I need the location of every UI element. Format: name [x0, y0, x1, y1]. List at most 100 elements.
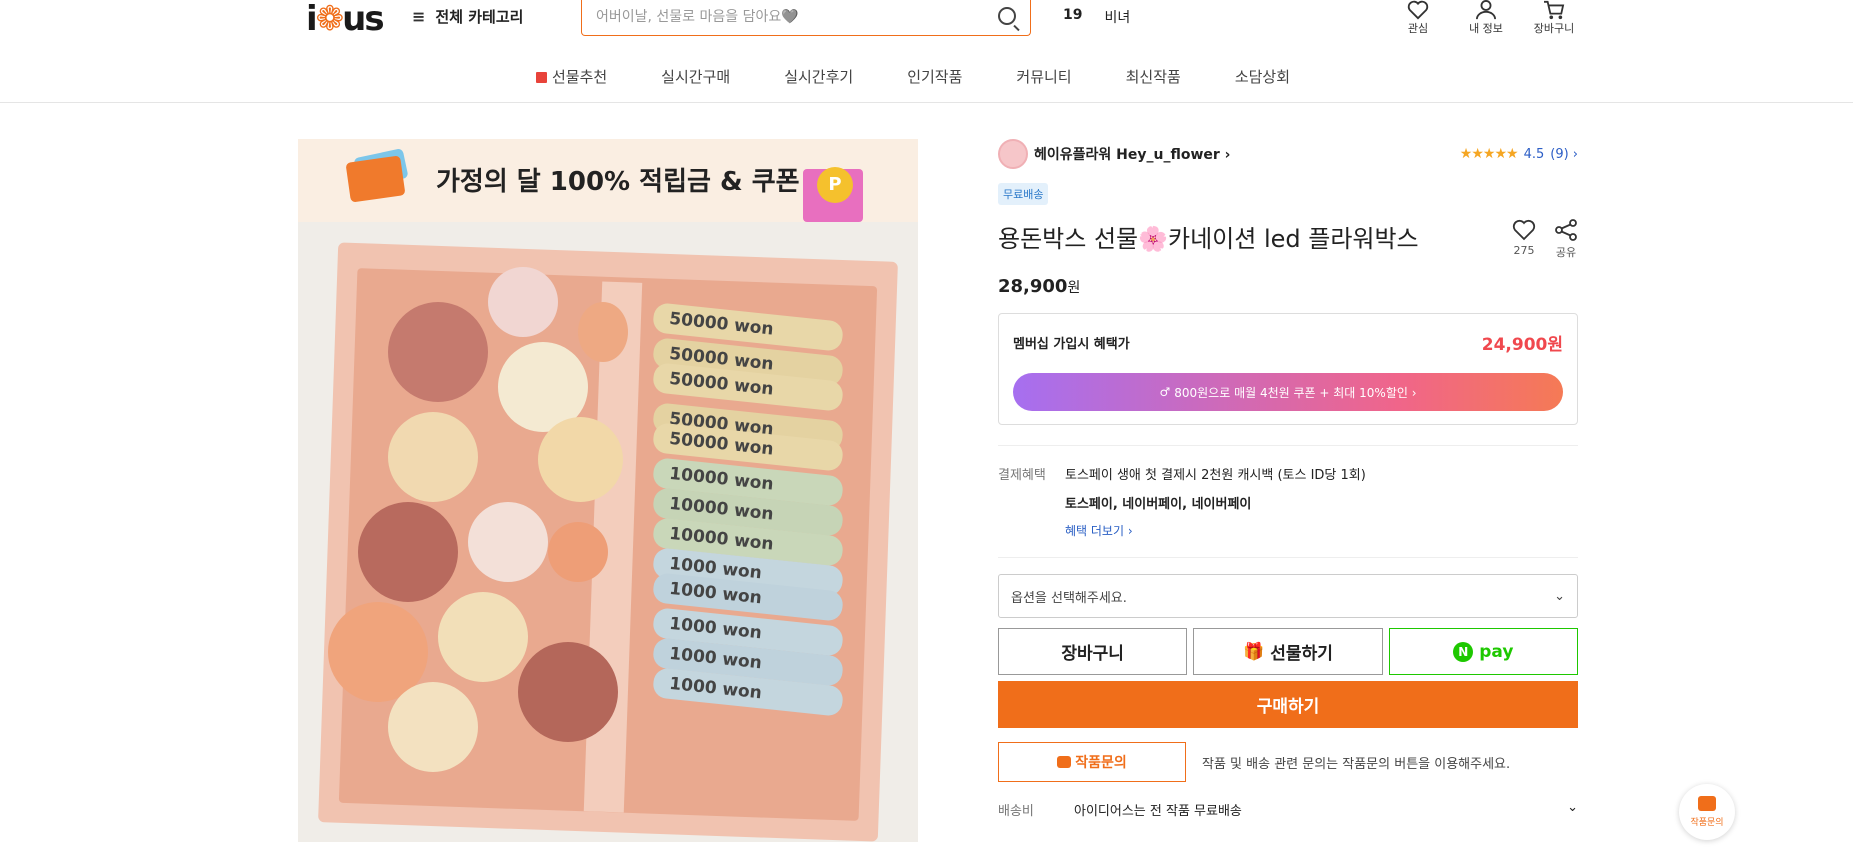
- product-price: 28,900원: [998, 276, 1578, 297]
- divider: [998, 557, 1578, 558]
- inquiry-note: 작품 및 배송 관련 문의는 작품문의 버튼을 이용해주세요.: [1202, 756, 1511, 772]
- nav-newest[interactable]: 최신작품: [1099, 66, 1208, 87]
- chat-icon: [1057, 756, 1072, 768]
- flower: [388, 412, 478, 502]
- inquiry-button[interactable]: 작품문의: [998, 742, 1186, 782]
- naver-pay-label: pay: [1479, 641, 1514, 662]
- option-placeholder: 옵션을 선택해주세요.: [1011, 590, 1127, 606]
- flower: [358, 502, 458, 602]
- divider: [998, 445, 1578, 446]
- nav-realtime-purchase[interactable]: 실시간구매: [634, 66, 757, 87]
- search-input[interactable]: 어버이날, 선물로 마음을 담아요🩶: [596, 6, 998, 26]
- search-icon[interactable]: [998, 6, 1016, 25]
- rating-value: 4.5: [1523, 146, 1545, 162]
- flower: [578, 302, 628, 362]
- benefit-line: 토스페이 생애 첫 결제시 2천원 캐시백 (토스 ID당 1회): [1065, 468, 1366, 483]
- idus-logo[interactable]: i❁us: [306, 0, 385, 38]
- nav-sodam[interactable]: 소담상회: [1208, 66, 1317, 87]
- flower: [438, 592, 528, 682]
- nav-realtime-review[interactable]: 실시간후기: [757, 66, 880, 87]
- cart-label: 장바구니: [1533, 22, 1575, 35]
- free-shipping-badge: 무료배송: [998, 183, 1049, 205]
- inquiry-label: 작품문의: [1075, 755, 1127, 771]
- shipping-row[interactable]: 배송비 아이디어스는 전 작품 무료배송 ⌄: [998, 800, 1578, 819]
- shipping-label: 배송비: [998, 804, 1034, 819]
- nav-label: 선물추천: [551, 68, 608, 86]
- flower: [538, 417, 623, 502]
- naver-pay-button[interactable]: Npay: [1388, 628, 1578, 675]
- hamburger-icon: ≡: [412, 7, 426, 26]
- membership-join-button[interactable]: ♂ 800원으로 매월 4천원 쿠폰 + 최대 10%할인 ›: [1013, 373, 1563, 411]
- flower: [488, 267, 558, 337]
- price-value: 28,900: [998, 276, 1068, 297]
- cart-icon: [1544, 0, 1565, 20]
- membership-icon: ♂: [1159, 385, 1171, 399]
- nav-popular[interactable]: 인기작품: [880, 66, 989, 87]
- flower: [388, 682, 478, 772]
- seller-link[interactable]: 헤이유플라워 Hey_u_flower ›: [998, 139, 1230, 169]
- naver-pay-icon: N: [1453, 641, 1474, 662]
- main-nav: 선물추천 실시간구매 실시간후기 인기작품 커뮤니티 최신작품 소담상회: [0, 66, 1853, 87]
- nav-gift-recommend[interactable]: 선물추천: [535, 66, 634, 87]
- rating-link[interactable]: ★★★★★ 4.5 (9) ›: [1460, 146, 1578, 162]
- nav-community[interactable]: 커뮤니티: [989, 66, 1098, 87]
- floating-inquiry-button[interactable]: 작품문의: [1679, 784, 1735, 840]
- like-count: 275: [1513, 244, 1535, 257]
- flower: [388, 302, 488, 402]
- membership-card: 멤버십 가입시 혜택가 24,900원 ♂ 800원으로 매월 4천원 쿠폰 + …: [998, 313, 1578, 425]
- membership-banner-text: 800원으로 매월 4천원 쿠폰 + 최대 10%할인 ›: [1174, 385, 1417, 400]
- flower: [468, 502, 548, 582]
- like-button[interactable]: 275: [1512, 219, 1536, 260]
- popular-keyword-text: 비녀: [1104, 10, 1131, 26]
- product-title: 용돈박스 선물🌸카네이션 led 플라워박스: [998, 225, 1419, 253]
- product-info-panel: 헤이유플라워 Hey_u_flower › ★★★★★ 4.5 (9) › 무료…: [998, 139, 1578, 819]
- wishlist-button[interactable]: 관심: [1384, 0, 1452, 36]
- gift-icon: [535, 72, 547, 83]
- user-icon: [1476, 0, 1496, 20]
- heart-icon: [1512, 219, 1536, 241]
- gift-icon: 🎁: [1243, 641, 1265, 662]
- popular-keyword[interactable]: 19 비녀: [1063, 7, 1130, 27]
- price-unit: 원: [1067, 280, 1081, 296]
- cart-button[interactable]: 장바구니: [1520, 0, 1588, 36]
- membership-price: 24,900원: [1481, 335, 1563, 355]
- share-button[interactable]: 공유: [1554, 219, 1578, 260]
- my-info-button[interactable]: 내 정보: [1452, 0, 1520, 36]
- shipping-value: 아이디어스는 전 작품 무료배송: [1074, 804, 1242, 819]
- popular-rank: 19: [1063, 7, 1083, 23]
- fab-label: 작품문의: [1690, 818, 1724, 828]
- chevron-down-icon: ⌄: [1567, 800, 1578, 815]
- gift-button[interactable]: 🎁 선물하기: [1193, 628, 1383, 675]
- star-rating-icon: ★★★★★: [1459, 146, 1519, 162]
- membership-label: 멤버십 가입시 혜택가: [1013, 337, 1130, 352]
- benefit-more-link[interactable]: 혜택 더보기 ›: [1065, 522, 1366, 539]
- option-select[interactable]: 옵션을 선택해주세요. ⌄: [998, 574, 1578, 618]
- promo-banner[interactable]: 가정의 달 100% 적립금 & 쿠폰 P: [298, 139, 918, 222]
- chevron-down-icon: ⌄: [1554, 588, 1565, 604]
- header-icons: 관심 내 정보 장바구니: [1384, 0, 1588, 36]
- benefit-line: 토스페이, 네이버페이, 네이버페이: [1065, 497, 1252, 512]
- review-count: (9) ›: [1550, 146, 1578, 162]
- category-label: 전체 카테고리: [435, 8, 524, 26]
- seller-name: 헤이유플라워 Hey_u_flower ›: [1034, 147, 1231, 163]
- chat-icon: [1698, 796, 1716, 811]
- flower: [518, 642, 618, 742]
- share-label: 공유: [1555, 246, 1577, 259]
- heart-icon: [1407, 0, 1429, 20]
- my-info-label: 내 정보: [1469, 22, 1503, 35]
- search-bar[interactable]: 어버이날, 선물로 마음을 담아요🩶: [581, 0, 1031, 36]
- wishlist-label: 관심: [1407, 22, 1429, 35]
- coin-icon: P: [817, 167, 853, 203]
- add-to-cart-button[interactable]: 장바구니: [998, 628, 1188, 675]
- site-header: i❁us ≡ 전체 카테고리 어버이날, 선물로 마음을 담아요🩶 19 비녀 …: [0, 0, 1853, 103]
- coupon-illustration: [345, 155, 406, 203]
- gift-label: 선물하기: [1270, 644, 1333, 664]
- seller-avatar: [998, 139, 1028, 169]
- product-image[interactable]: 50000 won 50000 won 50000 won 50000 won …: [298, 222, 918, 842]
- flower: [548, 522, 608, 582]
- banner-text: 가정의 달 100% 적립금 & 쿠폰: [436, 167, 800, 197]
- all-category-button[interactable]: ≡ 전체 카테고리: [412, 6, 523, 27]
- benefit-label: 결제혜택: [998, 468, 1046, 483]
- buy-button[interactable]: 구매하기: [998, 681, 1578, 728]
- share-icon: [1555, 219, 1577, 241]
